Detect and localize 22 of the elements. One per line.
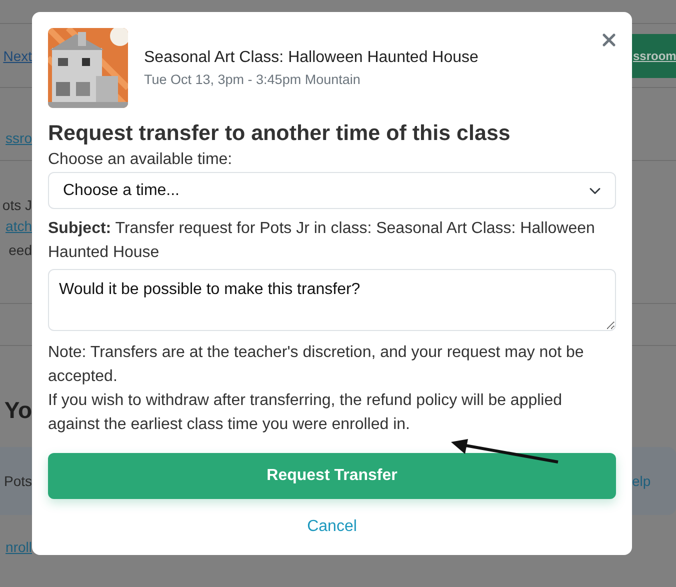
action-button[interactable]: ssroom (632, 34, 676, 78)
dialog-heading: Request transfer to another time of this class (48, 120, 512, 147)
field-label: Choose an available time: (48, 151, 232, 168)
time-select[interactable]: Choose a time... (48, 172, 616, 209)
link[interactable]: Next (0, 44, 32, 68)
text-fragment: eed (8, 241, 32, 260)
message-field[interactable]: Would it be possible to make this transfer? (48, 269, 616, 331)
request-transfer-button[interactable]: Request Transfer (48, 453, 616, 499)
subject-text: Subject: Transfer request for Pots Jr in class: Seasonal Art Class: Halloween Haunted House (48, 219, 596, 263)
class-time: Tue Oct 13, 3pm - 3:45pm Mountain (144, 70, 362, 89)
note-text: If you wish to withdraw after transferring, the refund policy will be applied against the earliest class time you were enrolled in. (48, 391, 564, 435)
link[interactable]: ssro (0, 126, 32, 150)
cancel-link[interactable]: Cancel (307, 518, 357, 535)
link[interactable]: nroll (0, 535, 32, 559)
text-fragment: ots J (1, 196, 32, 215)
link[interactable]: atch (0, 214, 32, 238)
note-text: Note: Transfers are at the teacher's discretion, and your request may not be accepted. (48, 343, 585, 387)
info-panel: Pots (0, 447, 32, 515)
close-icon (602, 33, 616, 48)
info-panel: elp (632, 447, 676, 515)
class-title: Seasonal Art Class: Halloween Haunted House (144, 48, 480, 68)
section-heading: Yo (3, 396, 32, 425)
